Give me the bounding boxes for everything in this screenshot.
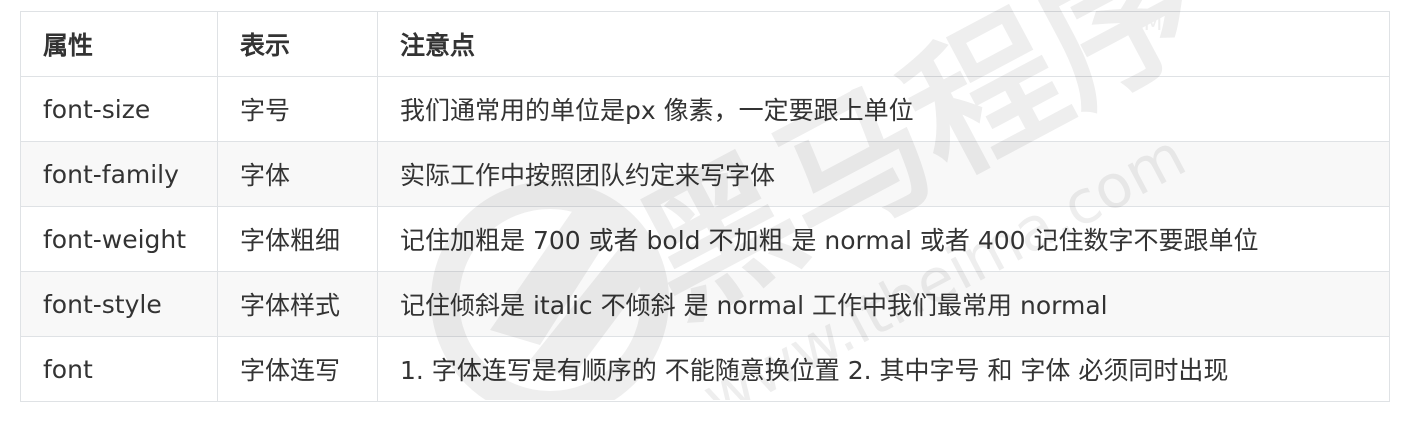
cell-meaning: 字体 (217, 141, 378, 207)
header-property: 属性 (20, 11, 218, 77)
cell-property: font-style (20, 271, 218, 337)
cell-notes: 1. 字体连写是有顺序的 不能随意换位置 2. 其中字号 和 字体 必须同时出现 (377, 336, 1390, 402)
cell-property: font-family (20, 141, 218, 207)
header-notes: 注意点 (377, 11, 1390, 77)
cell-meaning: 字号 (217, 76, 378, 142)
cell-notes: 记住加粗是 700 或者 bold 不加粗 是 normal 或者 400 记住… (377, 206, 1390, 272)
cell-meaning: 字体连写 (217, 336, 378, 402)
font-properties-table: 属性 表示 注意点 font-size 字号 我们通常用的单位是px 像素，一定… (20, 11, 1390, 402)
header-meaning: 表示 (217, 11, 378, 77)
cell-meaning: 字体粗细 (217, 206, 378, 272)
table-row: font-style 字体样式 记住倾斜是 italic 不倾斜 是 norma… (20, 271, 1390, 337)
cell-notes: 实际工作中按照团队约定来写字体 (377, 141, 1390, 207)
cell-property: font-weight (20, 206, 218, 272)
table-row: font-family 字体 实际工作中按照团队约定来写字体 (20, 141, 1390, 207)
table-row: font-size 字号 我们通常用的单位是px 像素，一定要跟上单位 (20, 76, 1390, 142)
table-row: font 字体连写 1. 字体连写是有顺序的 不能随意换位置 2. 其中字号 和… (20, 336, 1390, 402)
table-row: font-weight 字体粗细 记住加粗是 700 或者 bold 不加粗 是… (20, 206, 1390, 272)
cell-meaning: 字体样式 (217, 271, 378, 337)
cell-property: font (20, 336, 218, 402)
cell-notes: 记住倾斜是 italic 不倾斜 是 normal 工作中我们最常用 norma… (377, 271, 1390, 337)
cell-notes: 我们通常用的单位是px 像素，一定要跟上单位 (377, 76, 1390, 142)
cell-property: font-size (20, 76, 218, 142)
table-header-row: 属性 表示 注意点 (20, 11, 1390, 77)
